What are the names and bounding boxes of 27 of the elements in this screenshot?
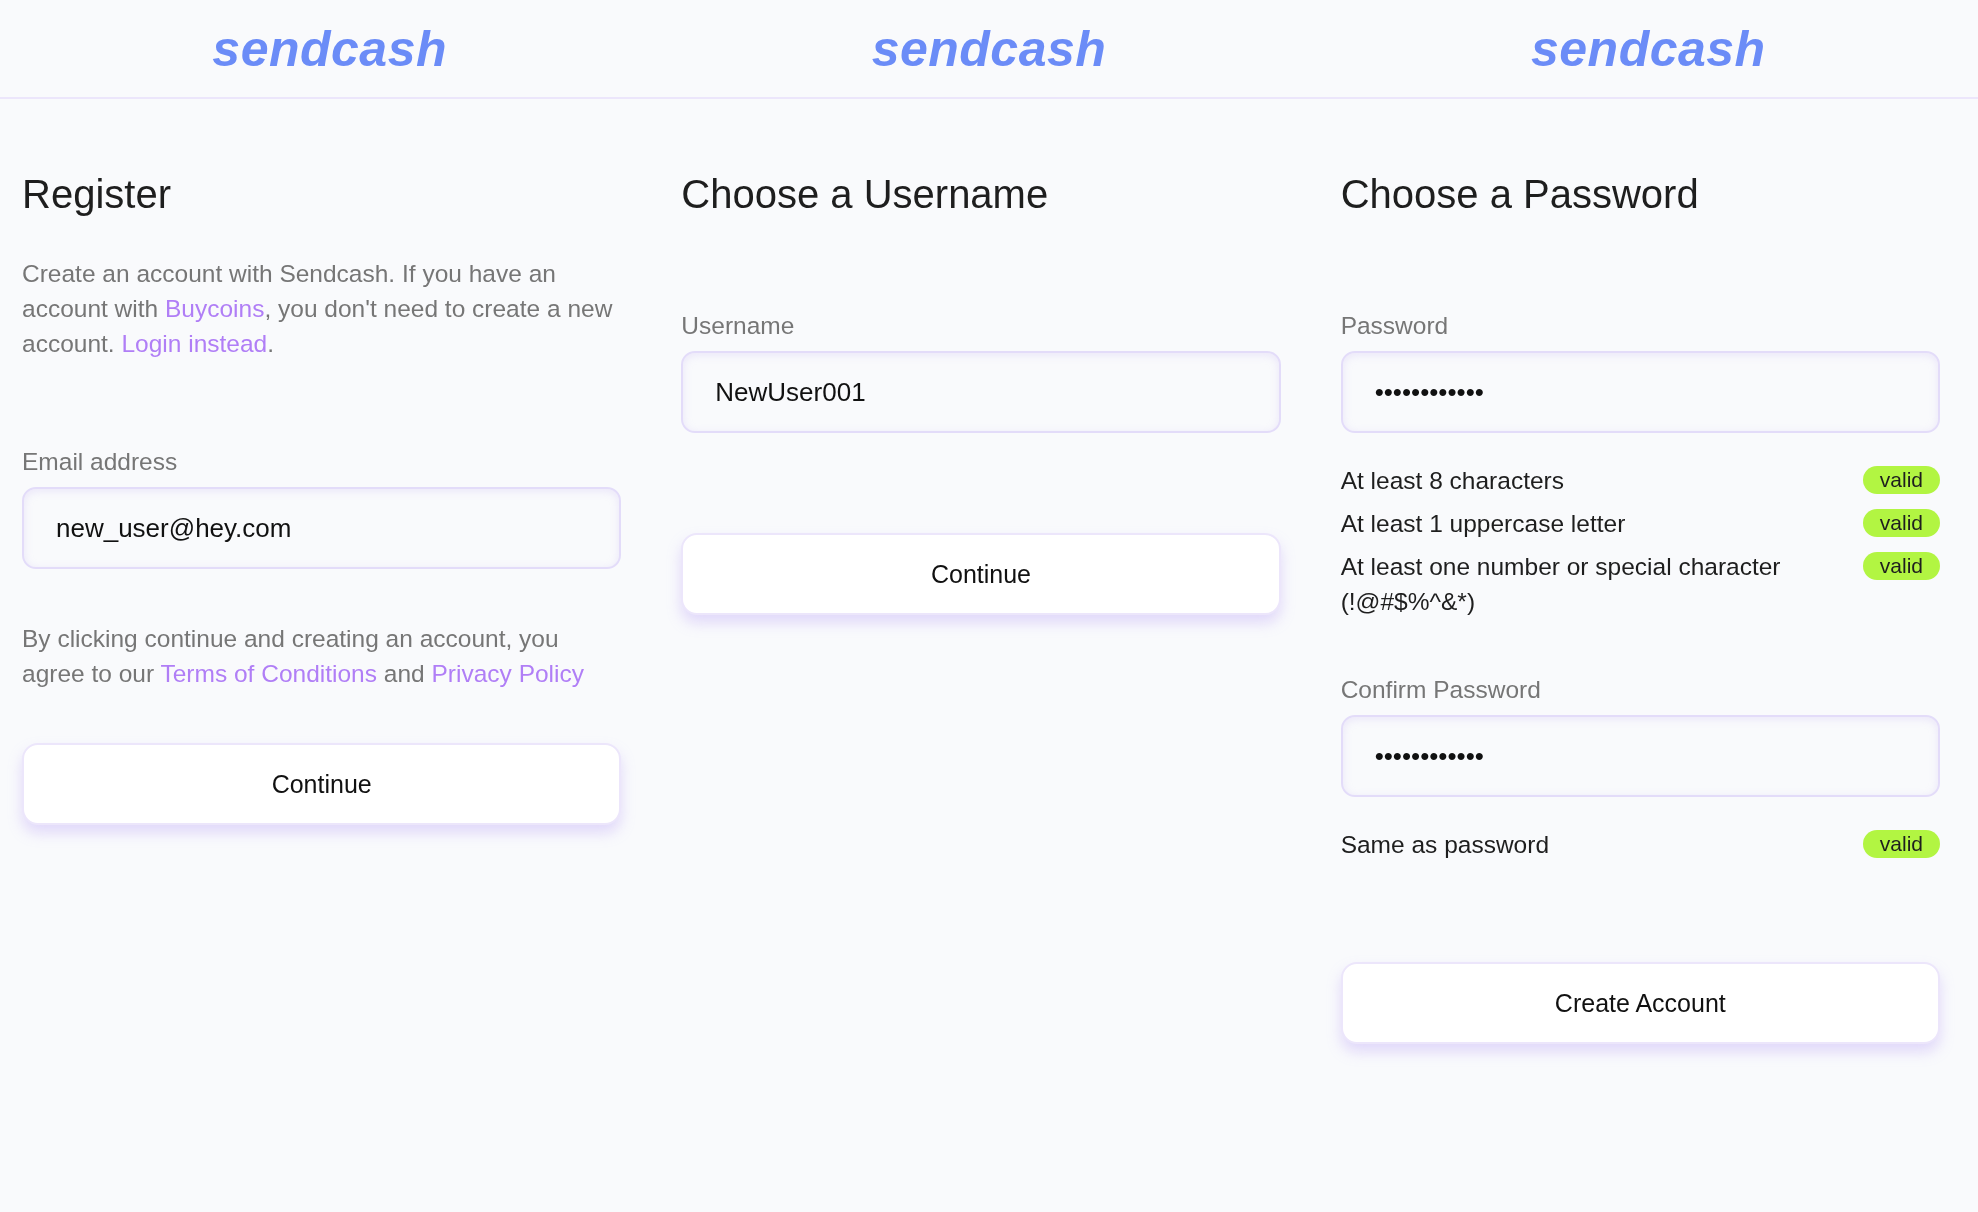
page-title: Choose a Username bbox=[681, 171, 1050, 218]
field-label: Password bbox=[1340, 311, 1450, 341]
requirement-text: At least one number or special character (!@#$%^&*) bbox=[1340, 552, 1782, 617]
input-field[interactable]: •••••••••••• bbox=[1340, 715, 1940, 797]
continue-button[interactable]: Continue bbox=[22, 743, 622, 825]
continue-button[interactable]: Continue bbox=[681, 533, 1281, 615]
requirement-text: Same as password bbox=[1340, 830, 1549, 860]
valid-badge: valid bbox=[1862, 830, 1940, 858]
valid-badge: valid bbox=[1862, 466, 1940, 494]
logo: sendcash bbox=[1531, 19, 1766, 78]
continue-button[interactable]: Create Account bbox=[1340, 962, 1940, 1044]
logo: sendcash bbox=[212, 19, 447, 78]
input-field[interactable]: •••••••••••• bbox=[1340, 351, 1940, 433]
page-title: Choose a Password bbox=[1340, 171, 1700, 218]
requirement-text: At least 8 characters bbox=[1340, 466, 1564, 496]
input-field[interactable]: new_user@hey.com bbox=[22, 487, 622, 569]
input-field[interactable]: NewUser001 bbox=[681, 351, 1281, 433]
requirement-text: At least 1 uppercase letter bbox=[1340, 509, 1626, 539]
field-label: Email address bbox=[22, 447, 179, 477]
field-label: Confirm Password bbox=[1340, 675, 1542, 705]
description-text: Create an account with Sendcash. If you have an account with Buycoins, you don't need to create a new account. Login instead. bbox=[22, 259, 614, 359]
valid-badge: valid bbox=[1862, 552, 1940, 580]
description-text: By clicking continue and creating an account, you agree to our Terms of Conditions and Privacy Policy bbox=[22, 624, 585, 689]
logo: sendcash bbox=[871, 19, 1107, 78]
field-label: Username bbox=[681, 311, 796, 341]
page-title: Register bbox=[22, 171, 172, 218]
valid-badge: valid bbox=[1862, 509, 1940, 537]
